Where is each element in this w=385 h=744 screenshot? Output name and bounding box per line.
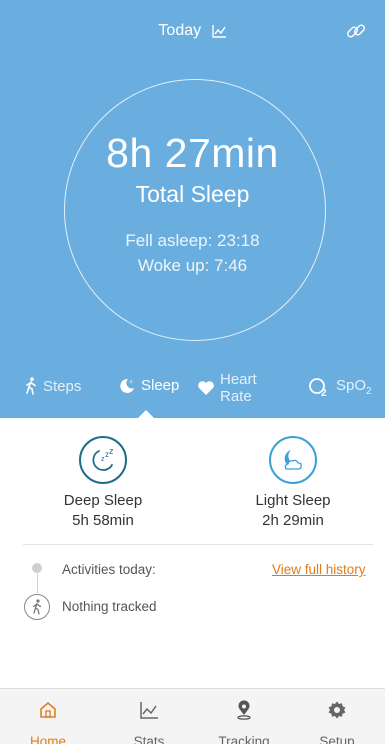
section-divider xyxy=(23,544,373,545)
nav-setup[interactable]: Setup xyxy=(289,689,385,744)
date-selector[interactable]: Today xyxy=(0,22,385,40)
tab-sleep-label: Sleep xyxy=(141,377,180,394)
gear-icon xyxy=(328,701,346,719)
deep-sleep-card: z z z Deep Sleep 5h 58min xyxy=(28,436,178,529)
sleep-summary-panel: Today 8h 27min Total Sleep Fell asleep: … xyxy=(0,0,385,418)
svg-text:z: z xyxy=(109,446,114,456)
timeline-line xyxy=(36,573,38,593)
svg-text:2: 2 xyxy=(321,388,327,397)
nav-tracking-label: Tracking xyxy=(218,734,270,744)
light-sleep-card: Light Sleep 2h 29min xyxy=(218,436,368,529)
tab-spo2-label-main: SpO xyxy=(336,377,367,394)
activities-label: Activities today: xyxy=(62,562,156,577)
svg-text:z: z xyxy=(130,379,133,385)
moon-cloud-icon xyxy=(269,436,317,484)
tab-heart-rate-label: Heart Rate xyxy=(220,371,264,405)
deep-sleep-duration: 5h 58min xyxy=(72,512,134,529)
line-chart-icon xyxy=(211,25,226,38)
nothing-tracked-text: Nothing tracked xyxy=(62,599,157,614)
fell-asleep-time: Fell asleep: 23:18 xyxy=(125,231,260,250)
nav-home[interactable]: Home xyxy=(0,689,96,744)
tab-spo2-label: SpO2 xyxy=(336,377,372,397)
top-bar: Today xyxy=(0,20,385,44)
o2-icon: 2 xyxy=(309,378,327,397)
timeline-dot xyxy=(32,563,42,573)
home-icon xyxy=(40,702,56,718)
light-sleep-duration: 2h 29min xyxy=(262,512,324,529)
tab-sleep[interactable]: z Sleep xyxy=(119,377,179,394)
view-history-link[interactable]: View full history xyxy=(272,562,366,577)
walking-icon xyxy=(26,377,36,395)
tab-heart-rate-line1: Heart xyxy=(220,371,257,388)
moon-icon: z xyxy=(120,378,134,393)
deep-sleep-label: Deep Sleep xyxy=(63,492,143,509)
tab-steps-label: Steps xyxy=(43,377,82,395)
total-sleep-label: Total Sleep xyxy=(135,181,250,207)
tab-heart-rate-line2: Rate xyxy=(220,388,252,405)
stats-icon xyxy=(140,702,158,719)
date-label: Today xyxy=(158,22,202,39)
tab-spo2[interactable]: 2 SpO2 xyxy=(308,377,372,397)
active-tab-indicator xyxy=(138,410,154,418)
nav-stats-label: Stats xyxy=(133,734,165,744)
total-sleep-time: 8h 27min xyxy=(106,130,279,176)
tab-steps[interactable]: Steps xyxy=(24,377,81,395)
link-icon[interactable] xyxy=(345,20,367,42)
light-sleep-label: Light Sleep xyxy=(255,492,331,509)
woke-up-time: Woke up: 7:46 xyxy=(137,256,248,275)
nav-setup-label: Setup xyxy=(319,734,355,744)
nav-tracking[interactable]: Tracking xyxy=(196,689,292,744)
nav-stats[interactable]: Stats xyxy=(101,689,197,744)
tab-spo2-label-sub: 2 xyxy=(366,386,372,397)
zzz-moon-icon: z z z xyxy=(79,436,127,484)
nav-home-label: Home xyxy=(29,734,66,744)
bottom-navigation: Home Stats Tracking Setup xyxy=(0,688,385,744)
tab-heart-rate[interactable]: Heart Rate xyxy=(197,371,264,405)
walking-icon xyxy=(24,594,50,620)
location-pin-icon xyxy=(237,700,251,720)
summary-ring xyxy=(64,79,326,341)
metric-tabs: Steps z Sleep Heart Rate 2 SpO2 xyxy=(0,368,385,410)
heart-icon xyxy=(198,381,214,395)
